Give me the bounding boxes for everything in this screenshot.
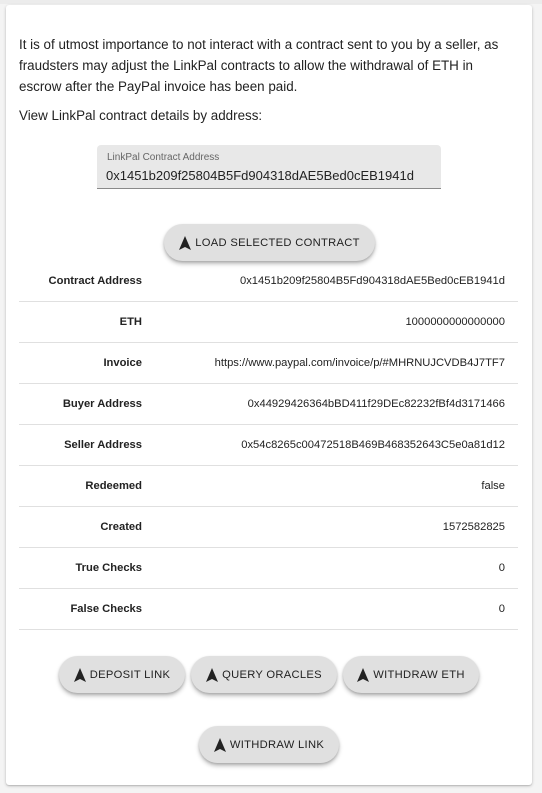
detail-key: Created (100, 521, 142, 533)
detail-key: Redeemed (85, 480, 142, 492)
deposit-link-button[interactable]: DEPOSIT LINK (59, 656, 185, 693)
withdraw-eth-button-label: WITHDRAW ETH (373, 668, 465, 681)
detail-row: Created 1572582825 (19, 507, 518, 548)
detail-value: 0x44929426364bBD411f29DEc82232fBf4d31714… (247, 398, 505, 410)
detail-value: false (481, 480, 505, 492)
detail-row: Seller Address 0x54c8265c00472518B469B468… (19, 425, 518, 466)
withdraw-eth-button[interactable]: WITHDRAW ETH (343, 656, 479, 693)
detail-value: 0 (498, 562, 505, 574)
warning-text: It is of utmost importance to not intera… (19, 37, 499, 94)
view-contract-label: View LinkPal contract details by address… (19, 108, 263, 123)
detail-value: 1572582825 (442, 521, 505, 533)
detail-row: Buyer Address 0x44929426364bBD411f29DEc82… (19, 384, 518, 425)
detail-value: 0x54c8265c00472518B469B468352643C5e0a81d… (241, 439, 505, 451)
detail-row: True Checks 0 (19, 548, 518, 589)
detail-row: Contract Address 0x1451b209f25804B5Fd9043… (19, 261, 518, 302)
contract-address-input[interactable] (106, 166, 432, 184)
detail-value: 0x1451b209f25804B5Fd904318dAE5Bed0cEB194… (239, 275, 505, 287)
detail-key: False Checks (70, 603, 142, 615)
navigation-arrow-icon (213, 737, 226, 752)
detail-key: Invoice (103, 357, 142, 369)
detail-key: Contract Address (48, 275, 142, 287)
detail-row: Invoice https://www.paypal.com/invoice/p/… (19, 343, 518, 384)
detail-key: ETH (119, 316, 142, 328)
detail-row: False Checks 0 (19, 589, 518, 630)
detail-row: Redeemed false (19, 466, 518, 507)
detail-key: True Checks (75, 562, 142, 574)
contract-address-field[interactable]: LinkPal Contract Address (97, 145, 441, 189)
top-strip (0, 0, 542, 4)
withdraw-link-button[interactable]: WITHDRAW LINK (199, 726, 339, 763)
detail-key: Seller Address (64, 439, 142, 451)
query-button-label: QUERY ORACLES (222, 668, 322, 681)
load-selected-contract-button[interactable]: LOAD SELECTED CONTRACT (164, 224, 375, 261)
deposit-button-label: DEPOSIT LINK (89, 668, 171, 681)
navigation-arrow-icon (206, 667, 219, 682)
query-oracles-button[interactable]: QUERY ORACLES (191, 656, 337, 693)
withdraw-link-button-label: WITHDRAW LINK (229, 738, 325, 751)
detail-value: https://www.paypal.com/invoice/p/#MHRNUJ… (214, 357, 505, 369)
load-button-label: LOAD SELECTED CONTRACT (195, 236, 360, 249)
detail-value: 1000000000000000 (405, 316, 505, 328)
detail-row: ETH 1000000000000000 (19, 302, 518, 343)
detail-key: Buyer Address (62, 398, 142, 410)
navigation-arrow-icon (179, 235, 192, 250)
contract-address-label: LinkPal Contract Address (107, 152, 220, 163)
navigation-arrow-icon (73, 667, 86, 682)
detail-value: 0 (498, 603, 505, 615)
contract-details-table: Contract Address 0x1451b209f25804B5Fd9043… (19, 261, 518, 630)
navigation-arrow-icon (357, 667, 370, 682)
contract-card: It is of utmost importance to not intera… (6, 5, 532, 785)
